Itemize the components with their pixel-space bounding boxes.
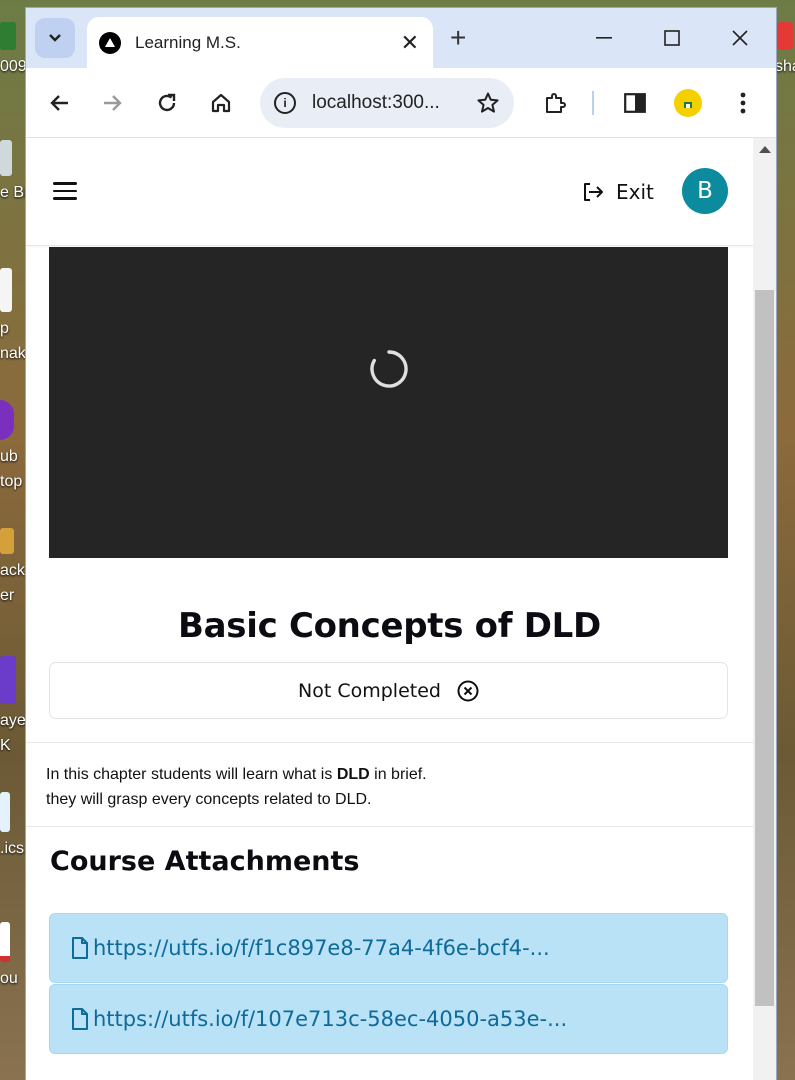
browser-window: Learning M.S. ✕ + i localhost:300... Exi…	[26, 8, 776, 1080]
puzzle-icon	[546, 93, 566, 113]
back-button[interactable]	[44, 88, 74, 118]
attachment-url[interactable]: https://utfs.io/f/107e713c-58ec-4050-a53…	[93, 1007, 567, 1031]
tab-active[interactable]: Learning M.S. ✕	[87, 17, 433, 68]
address-bar[interactable]: i localhost:300...	[260, 78, 514, 128]
page-scrollbar[interactable]	[753, 138, 776, 1080]
new-tab-button[interactable]: +	[450, 24, 466, 52]
desktop-icon-ics[interactable]: .ics	[0, 792, 26, 861]
description-text: In this chapter students will learn what…	[46, 766, 337, 783]
home-button[interactable]	[206, 88, 236, 118]
browser-profile-icon[interactable]	[674, 89, 702, 117]
scrollbar-thumb[interactable]	[755, 290, 774, 1006]
description-bold-text: DLD	[336, 766, 370, 783]
side-panel-icon	[624, 93, 646, 113]
browser-menu-button[interactable]	[728, 88, 758, 118]
tab-title: Learning M.S.	[135, 32, 241, 52]
file-icon	[72, 937, 88, 959]
bookmark-star-icon[interactable]	[476, 91, 500, 115]
tab-close-icon[interactable]: ✕	[401, 31, 419, 54]
chapter-description: In this chapter students will learn what…	[46, 762, 427, 812]
chapter-title: Basic Concepts of DLD	[178, 606, 601, 646]
desktop-icon-8[interactable]: ou	[0, 922, 26, 991]
chevron-down-icon	[49, 34, 61, 42]
log-out-icon	[584, 183, 603, 201]
attachment-link[interactable]: https://utfs.io/f/f1c897e8-77a4-4f6e-bcf…	[49, 913, 728, 983]
forward-button[interactable]	[98, 88, 128, 118]
page-content: Exit B Basic Concepts of DLD Not Complet…	[26, 138, 753, 1080]
tab-search-button[interactable]	[35, 18, 75, 58]
description-line-2: they will grasp every concepts related t…	[46, 791, 372, 808]
desktop-right-edge: sha	[775, 0, 795, 1080]
loading-spinner-icon	[370, 350, 408, 388]
exit-label: Exit	[616, 180, 654, 204]
site-info-icon[interactable]: i	[274, 92, 296, 114]
desktop-icon-recycle-bin[interactable]: e Bi	[0, 140, 28, 205]
file-icon	[72, 1008, 88, 1030]
attachments-heading: Course Attachments	[50, 846, 360, 877]
description-line-1: In this chapter students will learn what…	[46, 762, 427, 787]
side-panel-button[interactable]	[620, 88, 650, 118]
address-text[interactable]: localhost:300...	[312, 92, 476, 114]
section-divider	[26, 826, 753, 827]
desktop-icon-player[interactable]: ayer K	[0, 656, 30, 758]
attachment-link[interactable]: https://utfs.io/f/107e713c-58ec-4050-a53…	[49, 984, 728, 1054]
app-navbar: Exit B	[26, 138, 753, 246]
section-divider	[26, 742, 753, 743]
arrow-right-icon	[104, 95, 122, 111]
desktop-icon-github[interactable]: ub top	[0, 400, 26, 494]
mark-complete-button[interactable]: Not Completed	[49, 662, 728, 719]
browser-toolbar: i localhost:300...	[26, 68, 776, 138]
window-close-icon[interactable]	[732, 30, 748, 46]
user-avatar[interactable]: B	[682, 168, 728, 214]
kebab-menu-icon	[740, 92, 746, 114]
reload-icon	[158, 93, 176, 112]
extensions-button[interactable]	[540, 88, 570, 118]
description-text: in brief.	[369, 766, 427, 783]
video-player[interactable]	[49, 247, 728, 558]
reload-button[interactable]	[152, 88, 182, 118]
desktop-icon-label: sha	[775, 58, 795, 75]
toolbar-separator	[592, 91, 594, 115]
maximize-icon[interactable]	[664, 30, 680, 46]
hamburger-menu-icon[interactable]	[53, 182, 77, 200]
desktop-icon-5[interactable]: ack er	[0, 528, 26, 608]
arrow-left-icon	[50, 95, 68, 111]
home-icon	[211, 93, 231, 113]
exit-button[interactable]: Exit	[582, 176, 654, 208]
status-label: Not Completed	[298, 679, 441, 702]
tab-strip: Learning M.S. ✕ +	[26, 8, 776, 68]
nextjs-favicon-icon	[99, 31, 121, 54]
x-circle-icon	[457, 680, 479, 701]
minimize-icon[interactable]	[596, 36, 612, 40]
attachment-url[interactable]: https://utfs.io/f/f1c897e8-77a4-4f6e-bcf…	[93, 936, 550, 960]
scroll-up-arrow-icon[interactable]	[759, 146, 771, 153]
desktop-icon-1[interactable]: 009_	[0, 22, 30, 79]
desktop-icon-3[interactable]: p nake	[0, 268, 30, 366]
